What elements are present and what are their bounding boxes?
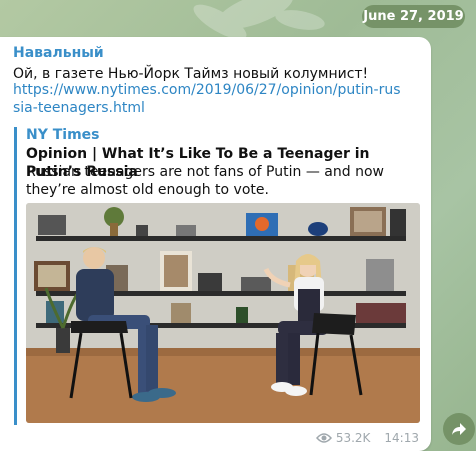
share-button[interactable]: [443, 413, 475, 445]
message-link[interactable]: https://www.nytimes.com/2019/06/27/opini…: [13, 81, 403, 117]
message-bubble: Навальный Ой, в газете Нью-Йорк Таймз но…: [0, 37, 431, 451]
preview-site-name: NY Times: [26, 127, 100, 143]
link-preview[interactable]: NY Times Opinion | What It’s Like To Be …: [14, 127, 420, 425]
preview-photo: [26, 203, 420, 423]
date-separator: June 27, 2019: [362, 5, 465, 28]
preview-description: Russian teenagers are not fans of Putin …: [26, 164, 384, 198]
sender-name[interactable]: Навальный: [13, 45, 104, 61]
message-time: 14:13: [384, 431, 419, 445]
eye-icon: [315, 433, 332, 443]
date-label: June 27, 2019: [363, 9, 464, 24]
view-count: 53.2K: [335, 431, 371, 445]
message-meta: 53.2K 14:13: [315, 431, 419, 445]
preview-image[interactable]: [26, 203, 420, 423]
share-arrow-icon: [452, 423, 466, 435]
